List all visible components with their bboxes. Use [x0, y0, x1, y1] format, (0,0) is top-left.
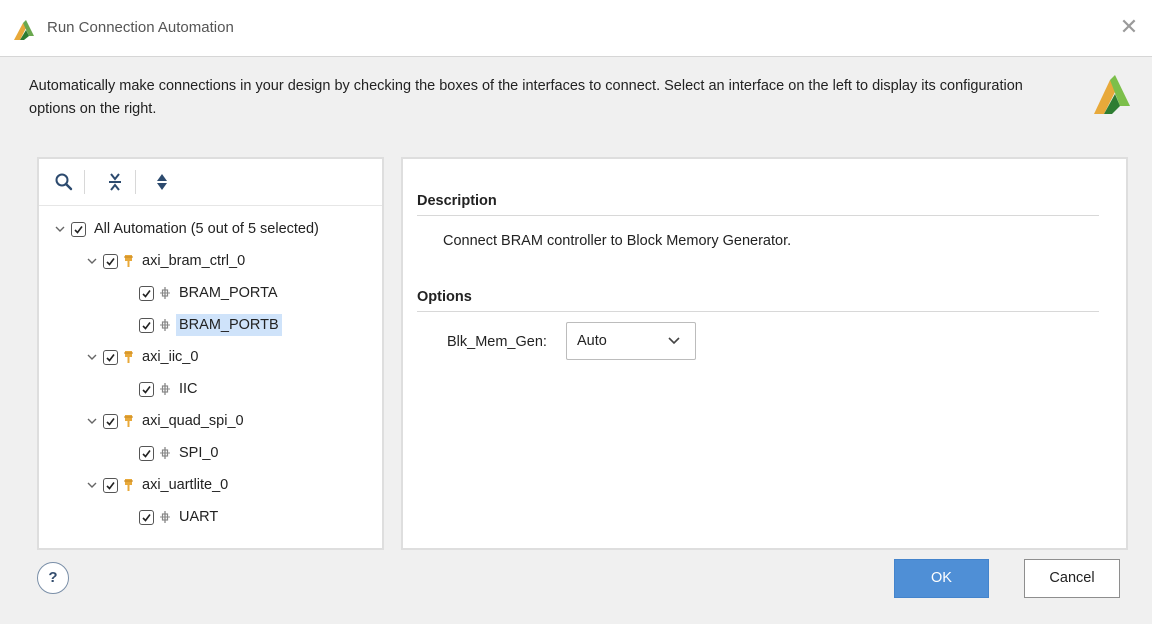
description-heading: Description	[417, 193, 497, 209]
tree-leaf-label: UART	[179, 509, 219, 525]
interface-icon	[160, 319, 170, 331]
tree-root-label: All Automation (5 out of 5 selected)	[94, 221, 319, 237]
tree-node-label: axi_quad_spi_0	[142, 413, 244, 429]
interface-icon	[160, 383, 170, 395]
checkbox-axi-uartlite-0[interactable]	[103, 477, 118, 493]
chevron-down-icon[interactable]	[85, 414, 99, 428]
chevron-down-icon[interactable]	[85, 254, 99, 268]
title-bar: Run Connection Automation ✕	[0, 0, 1152, 57]
automation-tree-panel: All Automation (5 out of 5 selected) axi…	[37, 157, 384, 550]
checkmark-icon	[142, 289, 151, 298]
ip-core-icon	[124, 255, 133, 267]
window-title: Run Connection Automation	[47, 19, 234, 36]
interface-icon	[160, 511, 170, 523]
checkmark-icon	[142, 513, 151, 522]
search-icon[interactable]	[53, 171, 75, 193]
ip-core-icon	[124, 415, 133, 427]
vivado-brand-icon	[1094, 75, 1130, 114]
ip-core-icon	[124, 351, 133, 363]
vivado-logo-icon	[14, 20, 34, 40]
interface-icon	[160, 447, 170, 459]
help-button[interactable]: ?	[37, 562, 69, 594]
tree-leaf-bram-porta[interactable]: BRAM_PORTA	[139, 279, 281, 307]
tree-leaf-iic[interactable]: IIC	[139, 375, 201, 403]
expand-all-icon[interactable]	[151, 171, 173, 193]
description-text: Connect BRAM controller to Block Memory …	[443, 233, 792, 249]
description-divider	[417, 215, 1099, 216]
ip-core-icon	[124, 479, 133, 491]
tree-node-axi-quad-spi-0[interactable]: axi_quad_spi_0	[85, 407, 247, 435]
chevron-down-icon	[668, 337, 680, 345]
ok-button[interactable]: OK	[894, 559, 989, 598]
tree-leaf-label: BRAM_PORTB	[176, 314, 282, 336]
tree-leaf-uart[interactable]: UART	[139, 503, 221, 531]
tree-leaf-label: SPI_0	[179, 445, 219, 461]
checkmark-icon	[106, 417, 115, 426]
checkmark-icon	[106, 257, 115, 266]
tree-leaf-bram-portb[interactable]: BRAM_PORTB	[139, 311, 282, 339]
checkbox-all-automation[interactable]	[71, 221, 86, 237]
tree-leaf-label: BRAM_PORTA	[179, 285, 278, 301]
blk-mem-gen-label: Blk_Mem_Gen:	[447, 334, 547, 350]
blk-mem-gen-value: Auto	[577, 333, 607, 349]
tree-root-all-automation[interactable]: All Automation (5 out of 5 selected)	[53, 215, 322, 243]
checkmark-icon	[106, 353, 115, 362]
tree-node-label: axi_bram_ctrl_0	[142, 253, 246, 269]
checkbox-axi-iic-0[interactable]	[103, 349, 118, 365]
tree-node-label: axi_iic_0	[142, 349, 199, 365]
intro-text: Automatically make connections in your d…	[29, 78, 1023, 117]
toolbar-separator	[135, 170, 136, 194]
checkmark-icon	[142, 449, 151, 458]
checkbox-axi-bram-ctrl-0[interactable]	[103, 253, 118, 269]
chevron-down-icon[interactable]	[85, 478, 99, 492]
tree-node-axi-bram-ctrl-0[interactable]: axi_bram_ctrl_0	[85, 247, 248, 275]
checkbox-bram-porta[interactable]	[139, 285, 154, 301]
checkmark-icon	[74, 225, 83, 234]
interface-icon	[160, 287, 170, 299]
blk-mem-gen-select[interactable]: Auto	[566, 322, 696, 360]
tree-node-axi-uartlite-0[interactable]: axi_uartlite_0	[85, 471, 231, 499]
checkbox-bram-portb[interactable]	[139, 317, 154, 333]
checkmark-icon	[142, 321, 151, 330]
details-panel: Description Connect BRAM controller to B…	[401, 157, 1128, 550]
checkbox-uart[interactable]	[139, 509, 154, 525]
checkbox-spi-0[interactable]	[139, 445, 154, 461]
cancel-button[interactable]: Cancel	[1024, 559, 1120, 598]
checkbox-iic[interactable]	[139, 381, 154, 397]
toolbar-separator	[84, 170, 85, 194]
tree-leaf-label: IIC	[179, 381, 198, 397]
tree-leaf-spi-0[interactable]: SPI_0	[139, 439, 222, 467]
collapse-all-icon[interactable]	[104, 171, 126, 193]
checkmark-icon	[142, 385, 151, 394]
tree-node-axi-iic-0[interactable]: axi_iic_0	[85, 343, 201, 371]
tree-node-label: axi_uartlite_0	[142, 477, 229, 493]
close-icon[interactable]: ✕	[1116, 14, 1142, 40]
options-heading: Options	[417, 289, 472, 305]
tree-toolbar	[39, 159, 382, 206]
options-divider	[417, 311, 1099, 312]
chevron-down-icon[interactable]	[85, 350, 99, 364]
checkmark-icon	[106, 481, 115, 490]
checkbox-axi-quad-spi-0[interactable]	[103, 413, 118, 429]
chevron-down-icon[interactable]	[53, 222, 67, 236]
